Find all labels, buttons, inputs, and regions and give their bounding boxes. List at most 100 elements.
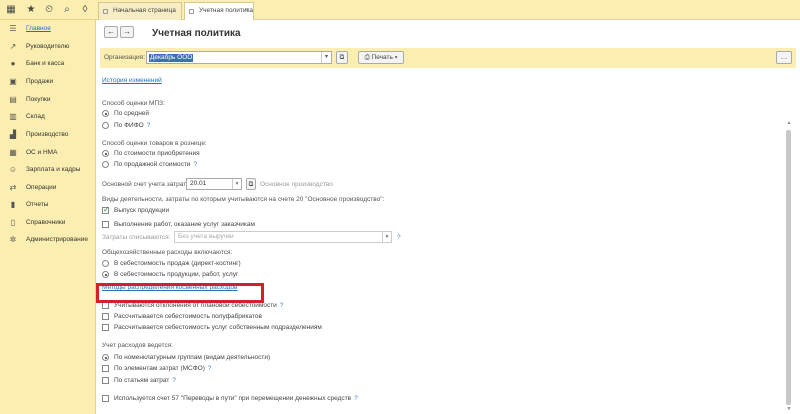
radio-label: В себестоимость продукции, работ, услуг	[114, 271, 239, 278]
bell-icon[interactable]: ◊	[78, 3, 92, 17]
sidebar-item-admin[interactable]: ✲ Администрирование	[0, 233, 96, 247]
sidebar-item-label: ОС и НМА	[26, 149, 58, 156]
radio-label: По номенклатурным группам (видам деятель…	[114, 354, 271, 361]
radio-label: По средней	[114, 110, 150, 117]
sidebar-item-purchases[interactable]: ▤ Покупки	[0, 93, 96, 107]
chevron-down-icon[interactable]: ▾	[321, 52, 331, 63]
radio-unchecked	[102, 260, 109, 267]
vertical-scrollbar[interactable]: ▲ ▼	[785, 80, 793, 412]
apps-grid-icon[interactable]: ▦	[4, 3, 18, 17]
organization-bar: Организация: Декабрь ООО ▾ ⧉ ⎙ Печать ▾ …	[100, 48, 796, 68]
open-account-button[interactable]: ⧉	[246, 178, 256, 190]
page-icon	[189, 9, 194, 14]
radio-label: По стоимости приобретения	[114, 150, 200, 157]
tab-accounting-policy[interactable]: Учетная политика ×	[184, 2, 254, 20]
help-icon[interactable]: ?	[193, 161, 197, 168]
arrow-left-icon: ←	[107, 27, 115, 36]
checkbox-label: По элементам затрат (МСФО)?	[114, 364, 212, 374]
checkbox-label: По статьям затрат?	[114, 376, 176, 386]
favorites-star-icon[interactable]: ★	[24, 3, 38, 17]
forward-button[interactable]: →	[120, 26, 134, 38]
checkbox-text: По элементам затрат (МСФО)	[114, 365, 205, 372]
chevron-down-icon[interactable]: ▾	[232, 179, 241, 189]
sidebar-item-reports[interactable]: ▮ Отчеты	[0, 198, 96, 212]
radio-checked	[102, 354, 109, 361]
retail-label: Способ оценки товаров в рознице:	[102, 140, 207, 147]
checkbox-label: Рассчитывается себестоимость полуфабрика…	[114, 313, 262, 320]
sidebar-item-salary[interactable]: ☺ Зарплата и кадры	[0, 163, 96, 177]
help-icon[interactable]: ?	[280, 302, 284, 309]
building-icon: ▦	[9, 148, 17, 157]
writeoff-value: Без учета выручки	[178, 233, 234, 240]
checkbox-unchecked	[102, 395, 109, 402]
radio-text: По ФИФО	[114, 122, 144, 129]
back-button[interactable]: ←	[104, 26, 118, 38]
coin-icon: ●	[10, 59, 16, 68]
basket-icon: ▤	[9, 95, 17, 104]
sidebar-item-label: Производство	[26, 131, 69, 138]
sidebar-item-label: Банк и касса	[26, 60, 65, 67]
chevron-down-icon: ▾	[382, 232, 391, 242]
sidebar-item-warehouse[interactable]: ▥ Склад	[0, 110, 96, 124]
checkbox-label: Рассчитывается себестоимость услуг собст…	[114, 324, 322, 331]
organization-field[interactable]: Декабрь ООО ▾	[146, 51, 332, 64]
sidebar-item-label: Отчеты	[26, 201, 49, 208]
tab-home[interactable]: Начальная страница	[98, 2, 182, 20]
sidebar-item-bank[interactable]: ● Банк и касса	[0, 57, 96, 71]
open-organization-button[interactable]: ⧉	[336, 51, 348, 64]
radio-label: В себестоимость продаж (директ-костинг)	[114, 260, 241, 267]
checkbox-unchecked	[102, 377, 109, 384]
sidebar-item-label: Склад	[26, 113, 45, 120]
sidebar-item-label: Операции	[26, 184, 57, 191]
cost-accounting-label: Учет расходов ведется:	[102, 342, 174, 349]
checkbox-text: Учитываются отклонения от плановой себес…	[114, 302, 277, 309]
radio-unchecked	[102, 161, 109, 168]
sidebar-item-label: Зарплата и кадры	[26, 166, 81, 173]
help-icon[interactable]: ?	[147, 122, 151, 129]
print-button[interactable]: ⎙ Печать ▾	[358, 51, 404, 64]
help-icon[interactable]: ?	[354, 395, 358, 402]
sidebar-item-operations[interactable]: ⇄ Операции	[0, 181, 96, 195]
cart-icon: ▣	[9, 77, 17, 86]
help-icon[interactable]: ?	[397, 234, 401, 241]
sidebar-item-label: Администрирование	[26, 236, 88, 243]
sidebar-item-sales[interactable]: ▣ Продажи	[0, 75, 96, 89]
checkbox-text: По статьям затрат	[114, 377, 170, 384]
radio-label: По ФИФО?	[114, 121, 150, 131]
link-icon: ⧉	[339, 54, 345, 61]
scroll-up-icon[interactable]: ▲	[785, 120, 793, 126]
checkbox-label: Выполнение работ, оказание услуг заказчи…	[114, 221, 255, 228]
report-icon: ▮	[10, 200, 16, 209]
radio-checked	[102, 271, 109, 278]
more-button[interactable]: …	[776, 51, 792, 64]
sidebar-item-label: Продажи	[26, 78, 54, 85]
radio-checked	[102, 150, 109, 157]
sidebar-item-main[interactable]: ☰ Главное	[0, 22, 96, 36]
help-icon[interactable]: ?	[208, 365, 212, 372]
account-hint: Основное производство	[260, 181, 333, 188]
sidebar-item-manager[interactable]: ↗ Руководителю	[0, 40, 96, 54]
history-icon[interactable]: ⏲	[42, 3, 56, 17]
account-field[interactable]: 20.01 ▾	[186, 178, 242, 190]
account-value: 20.01	[190, 180, 207, 187]
close-icon[interactable]: ×	[245, 3, 249, 19]
highlight-box	[96, 283, 264, 303]
page-title: Учетная политика	[152, 28, 241, 39]
sidebar-item-production[interactable]: ▟ Производство	[0, 128, 96, 142]
page-icon	[103, 9, 108, 14]
writeoff-label: Затраты списываются:	[102, 234, 171, 241]
checkbox-checked	[102, 205, 110, 214]
sidebar-item-assets[interactable]: ▦ ОС и НМА	[0, 146, 96, 160]
sidebar: ☰ Главное ↗ Руководителю ● Банк и касса ▣ Пр…	[0, 20, 96, 414]
radio-checked	[102, 110, 109, 117]
help-icon[interactable]: ?	[172, 377, 176, 384]
scroll-down-icon[interactable]: ▼	[785, 406, 793, 412]
history-link[interactable]: История изменений	[102, 77, 162, 84]
checkbox-unchecked	[102, 313, 109, 320]
activity-label: Виды деятельности, затраты по которым уч…	[102, 196, 385, 203]
search-icon[interactable]: ⌕	[60, 3, 74, 17]
people-icon: ☺	[8, 165, 18, 174]
checkbox-label: Используется счет 57 "Переводы в пути" п…	[114, 394, 358, 404]
scroll-thumb[interactable]	[786, 130, 791, 405]
sidebar-item-catalogs[interactable]: ▯ Справочники	[0, 216, 96, 230]
